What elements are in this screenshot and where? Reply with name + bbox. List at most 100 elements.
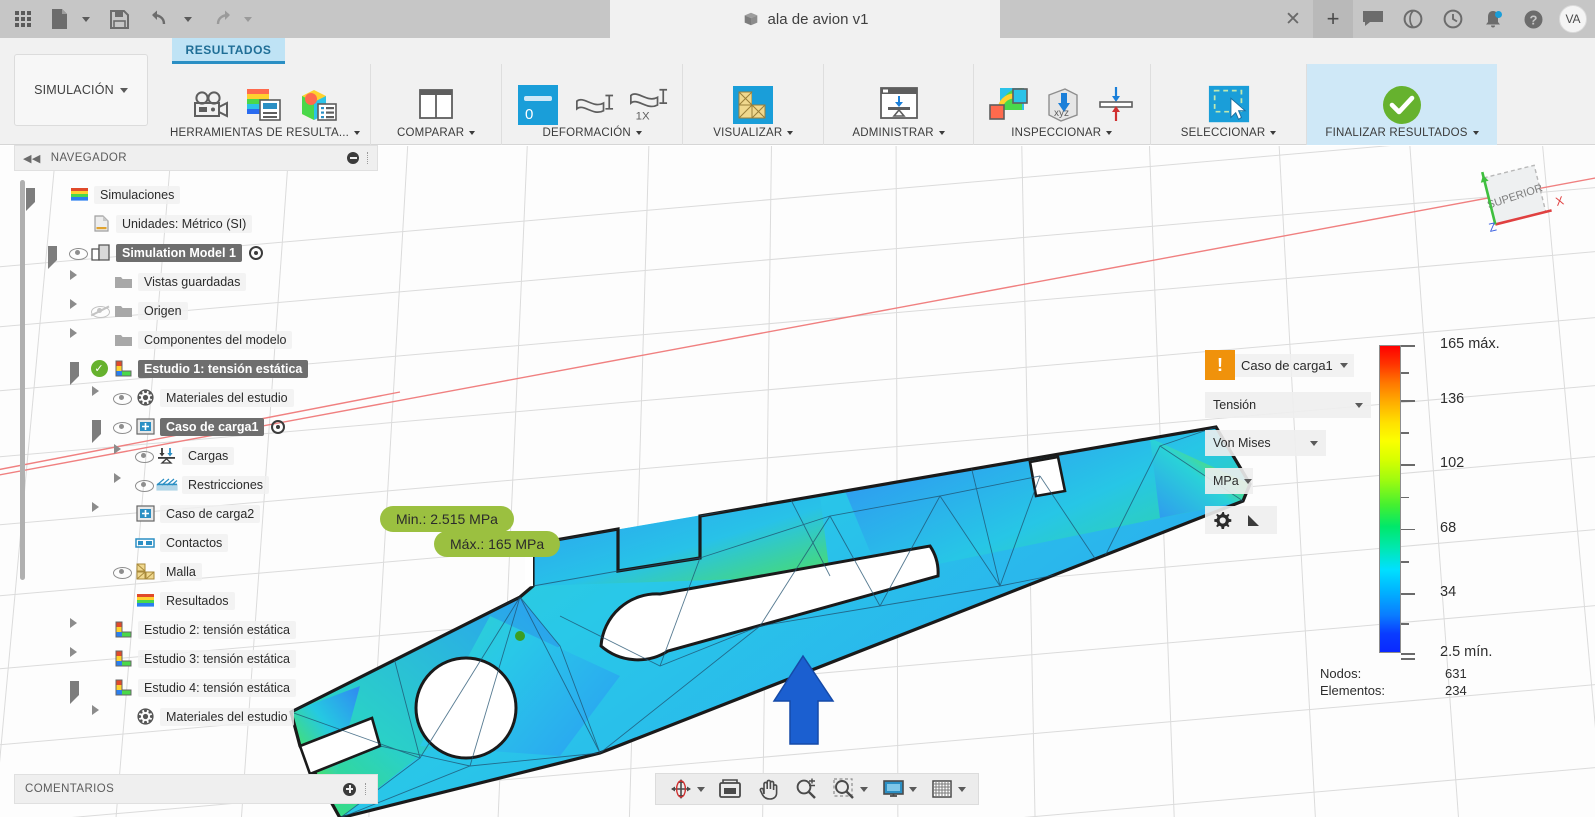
result-component-select[interactable]: Von Mises [1205, 430, 1326, 456]
history-icon[interactable] [1433, 0, 1473, 38]
avatar[interactable]: VA [1559, 5, 1587, 33]
grid-snaps-tool[interactable] [925, 775, 970, 803]
inspect-contours-button[interactable] [986, 83, 1030, 127]
panel-inspeccionar-label[interactable]: INSPECCIONAR [1011, 127, 1113, 145]
units-select[interactable]: MPa [1205, 468, 1253, 494]
zoom-tool[interactable] [789, 775, 823, 803]
tree-twisty[interactable] [70, 361, 86, 385]
save-button[interactable] [102, 2, 136, 36]
result-details-button[interactable] [297, 83, 341, 127]
tree-twisty[interactable] [70, 623, 86, 637]
tree-twisty[interactable] [92, 391, 108, 405]
expand-arrow-icon[interactable] [70, 647, 78, 671]
tree-item-origen[interactable]: Origen [20, 296, 380, 325]
tree-item-malla[interactable]: Malla [20, 557, 380, 586]
collapse-arrow-icon[interactable] [48, 245, 57, 269]
collapse-arrow-icon[interactable] [92, 419, 101, 443]
visualize-mesh-button[interactable] [731, 83, 775, 127]
gear-icon[interactable] [1213, 511, 1232, 530]
expand-arrow-icon[interactable] [92, 705, 100, 729]
tree-item-componentes-del-modelo[interactable]: Componentes del modelo [20, 325, 380, 354]
app-grid-button[interactable] [6, 2, 40, 36]
visibility-eye-icon[interactable] [112, 566, 132, 579]
tree-twisty[interactable] [26, 187, 42, 211]
visibility-eye-icon[interactable] [68, 247, 88, 260]
expand-arrow-icon[interactable] [114, 473, 122, 497]
tree-twisty[interactable] [114, 449, 130, 463]
notifications-icon[interactable] [1473, 0, 1513, 38]
close-tab-icon[interactable]: ✕ [1273, 0, 1313, 38]
orbit-tool[interactable] [664, 775, 709, 803]
tree-item-simulaciones[interactable]: Simulaciones [20, 180, 380, 211]
workspace-selector[interactable]: SIMULACIÓN [14, 54, 148, 126]
chevron-down-icon[interactable] [860, 786, 868, 792]
deformation-actual-button[interactable] [574, 83, 614, 127]
expand-arrow-icon[interactable] [92, 502, 100, 526]
view-cube[interactable]: SUPERIOR X Z [1468, 157, 1578, 242]
tree-twisty[interactable] [70, 333, 86, 347]
tree-twisty[interactable] [70, 304, 86, 318]
result-component-row[interactable]: Von Mises [1205, 430, 1385, 456]
visibility-eye-icon[interactable] [134, 479, 154, 492]
collapse-arrow-icon[interactable] [70, 680, 79, 704]
collapse-arrow-icon[interactable] [26, 187, 35, 211]
new-file-button[interactable] [42, 2, 76, 36]
look-at-tool[interactable] [713, 775, 747, 803]
expand-arrow-icon[interactable] [92, 386, 100, 410]
document-tab[interactable]: ala de avion v1 [610, 0, 1000, 38]
collapse-all-icon[interactable] [347, 152, 359, 164]
tree-twisty[interactable] [70, 275, 86, 289]
deformation-1x-button[interactable]: 1X [628, 83, 668, 127]
inspect-probe-button[interactable]: xyz [1040, 83, 1084, 127]
max-value-tag[interactable]: Máx.: 165 MPa [434, 531, 561, 557]
animate-results-button[interactable] [189, 83, 233, 127]
visibility-eye-icon[interactable] [112, 421, 132, 434]
display-settings-tool[interactable] [876, 775, 921, 803]
new-tab-icon[interactable]: + [1313, 0, 1353, 38]
panel-herramientas-resultados-label[interactable]: HERRAMIENTAS DE RESULTA... [170, 127, 361, 145]
collapse-arrow-icon[interactable] [70, 361, 79, 385]
load-case-row[interactable]: ! Caso de carga1 [1205, 350, 1385, 380]
tree-item-vistas-guardadas[interactable]: Vistas guardadas [20, 267, 380, 296]
deformation-scale-0-button[interactable]: 0 [516, 83, 560, 127]
new-file-dropdown[interactable] [78, 2, 94, 36]
expand-arrow-icon[interactable] [70, 328, 78, 352]
expand-arrow-icon[interactable] [70, 299, 78, 323]
triangle-icon[interactable] [1246, 513, 1261, 528]
tree-twisty[interactable] [92, 710, 108, 724]
collapse-navigator-icon[interactable]: ◀◀ [23, 152, 41, 165]
tree-twisty[interactable] [92, 507, 108, 521]
panel-deformacion-label[interactable]: DEFORMACIÓN [542, 127, 642, 145]
tree-item-contactos[interactable]: Contactos [20, 528, 380, 557]
panel-comparar-label[interactable]: COMPARAR [397, 127, 476, 145]
activate-radio-button[interactable] [271, 419, 286, 434]
load-case-selector[interactable]: Caso de carga1 [1235, 353, 1354, 377]
expand-arrow-icon[interactable] [70, 618, 78, 642]
units-row[interactable]: MPa [1205, 468, 1385, 494]
tree-item-estudio-1-tensión-estática[interactable]: ✓ Estudio 1: tensión estática [20, 354, 380, 385]
compare-button[interactable] [414, 83, 458, 127]
panel-resize-grip[interactable] [367, 152, 369, 164]
help-icon[interactable]: ? [1513, 0, 1553, 38]
visibility-eye-off-icon[interactable] [90, 305, 110, 318]
panel-visualizar-label[interactable]: VISUALIZAR [713, 127, 794, 145]
tree-item-caso-de-carga2[interactable]: Caso de carga2 [20, 499, 380, 528]
comments-icon[interactable] [1353, 0, 1393, 38]
tree-item-simulation-model-1[interactable]: Simulation Model 1 [20, 238, 380, 269]
tree-item-estudio-2-tensión-estática[interactable]: Estudio 2: tensión estática [20, 615, 380, 644]
tree-item-caso-de-carga1[interactable]: Caso de carga1 [20, 412, 380, 443]
tree-item-cargas[interactable]: Cargas [20, 441, 380, 470]
redo-dropdown[interactable] [240, 2, 256, 36]
select-window-button[interactable] [1207, 83, 1251, 127]
chevron-down-icon[interactable] [697, 786, 705, 792]
add-comment-icon[interactable] [343, 782, 356, 796]
tree-item-unidades-métrico-si[interactable]: Unidades: Métrico (SI) [20, 209, 380, 238]
tree-item-estudio-4-tensión-estática[interactable]: Estudio 4: tensión estática [20, 673, 380, 704]
panel-seleccionar-label[interactable]: SELECCIONAR [1181, 127, 1277, 145]
tree-twisty[interactable] [70, 652, 86, 666]
tab-resultados[interactable]: RESULTADOS [172, 38, 285, 64]
tree-item-estudio-3-tensión-estática[interactable]: Estudio 3: tensión estática [20, 644, 380, 673]
tree-twisty[interactable] [92, 419, 108, 443]
expand-arrow-icon[interactable] [114, 444, 122, 468]
redo-button[interactable] [204, 2, 238, 36]
